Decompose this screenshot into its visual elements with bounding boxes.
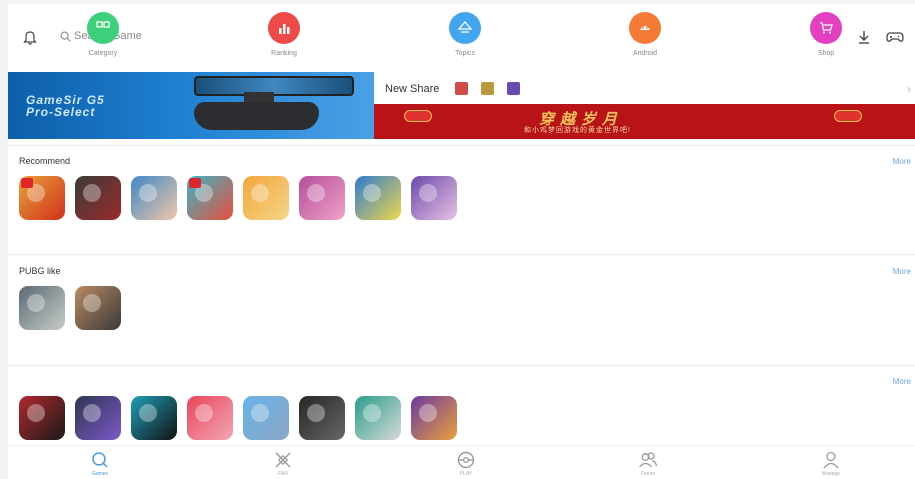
bottom-nav-manage-label: Manage [821,471,841,477]
nav-topics-label: Topics [455,50,475,57]
app-icon-highlight [363,404,381,422]
share-thumb-1 [455,82,468,95]
app-icon-highlight [83,404,101,422]
search-icon [92,452,108,468]
app-icon-block-game[interactable] [187,396,233,440]
search-icon [60,31,71,41]
badge-icon [189,178,201,188]
android-icon [629,12,661,44]
app-list-recommend [19,176,457,220]
new-share-bar[interactable]: New Share › [374,72,915,104]
bottom-nav-play[interactable]: PLAY [436,450,496,477]
more-link-recommend[interactable]: More [893,157,911,166]
nav-ranking-label: Ranking [271,50,297,57]
new-share-label: New Share [385,83,440,95]
app-icon-pubg-mobile[interactable] [19,286,65,330]
retro-promo-banner[interactable]: 穿越岁月 和小鸡梦回游戏的黄金世界吧! [374,104,915,139]
bottom-nav-games-label: Games [91,471,109,477]
app-icon-pink-anime-game[interactable] [299,176,345,220]
app-window: Search Game Category Ranking Topics Andr… [8,4,915,479]
bottom-nav-forum-label: Forum [640,471,656,477]
lantern-icon [834,110,862,122]
app-icon-highlight [83,294,101,312]
app-icon-highlight [251,184,269,202]
app-icon-saiyan-game[interactable] [355,176,401,220]
bar-chart-icon [268,12,300,44]
app-icon-naruto-game[interactable] [243,176,289,220]
app-icon-anime-soccer-game[interactable] [131,176,177,220]
app-icon-highlight [139,404,157,422]
top-bar: Search Game Category Ranking Topics Andr… [8,4,915,66]
more-link-third[interactable]: More [893,377,911,386]
divider [8,254,915,255]
bell-icon[interactable] [22,30,38,46]
app-icon-retro-computer-game[interactable] [355,396,401,440]
app-icon-pokemon-style-game[interactable] [411,396,457,440]
divider [8,145,915,146]
lantern-icon [404,110,432,122]
gamesir-promo-banner[interactable]: GameSir G5 Pro-Select [8,72,374,139]
people-icon [639,452,658,468]
bottom-nav-play-label: PLAY [459,471,473,477]
app-icon-highlight [195,404,213,422]
bottom-nav-fan-label: FAN [278,471,288,477]
app-icon-highlight [27,294,45,312]
grid-icon [87,12,119,44]
share-thumb-2 [481,82,494,95]
app-icon-dragon-ball-game[interactable] [19,176,65,220]
bottom-nav-games[interactable]: Games [70,450,130,477]
banner-left-text: GameSir G5 Pro-Select [26,94,105,118]
app-icon-dark-action-game[interactable] [75,176,121,220]
app-list-third [19,396,457,440]
app-list-pubg [19,286,121,330]
phone-image [194,76,354,96]
pokeball-icon [457,451,475,469]
app-icon-purple-anime-game[interactable] [411,176,457,220]
fan-icon [275,452,291,468]
app-icon-shadow-game[interactable] [131,396,177,440]
app-icon-highlight [307,404,325,422]
app-icon-survival-game[interactable] [75,286,121,330]
bottom-nav-forum[interactable]: Forum [618,450,678,477]
app-icon-highlight [139,184,157,202]
app-icon-highlight [251,404,269,422]
app-icon-pixel-sword-game[interactable] [243,396,289,440]
bottom-nav-manage[interactable]: Manage [801,450,861,477]
app-icon-red-card-game[interactable] [19,396,65,440]
section-title-recommend: Recommend [19,156,71,166]
nav-ranking[interactable]: Ranking [254,12,314,57]
app-icon-cartoon-game[interactable] [187,176,233,220]
nav-android[interactable]: Android [615,12,675,57]
badge-icon [21,178,33,188]
bottom-nav: Games FAN PLAY Forum Manage [8,445,915,479]
nav-android-label: Android [632,50,658,57]
bottom-nav-fan[interactable]: FAN [253,450,313,477]
app-icon-highlight [27,404,45,422]
topics-icon [449,12,481,44]
section-title-pubg: PUBG like [19,266,61,276]
nav-topics[interactable]: Topics [435,12,495,57]
share-thumb-3 [507,82,520,95]
gamepad-icon[interactable] [886,29,904,45]
nav-shop[interactable]: Shop [796,12,856,57]
more-link-pubg[interactable]: More [893,267,911,276]
nav-category[interactable]: Category [73,12,133,57]
banner-right-subtitle: 和小鸡梦回游戏的黄金世界吧! [524,127,631,134]
cart-icon [810,12,842,44]
user-icon [823,451,839,469]
app-icon-horror-game[interactable] [299,396,345,440]
controller-image [194,102,319,130]
divider [8,365,915,366]
nav-shop-label: Shop [817,50,835,57]
banner-left-line2: Pro-Select [26,105,96,119]
app-icon-highlight [83,184,101,202]
nav-category-label: Category [88,50,118,57]
app-icon-highlight [363,184,381,202]
app-icon-highlight [419,404,437,422]
app-icon-racing-game[interactable] [75,396,121,440]
app-icon-highlight [307,184,325,202]
app-icon-highlight [419,184,437,202]
chevron-right-icon[interactable]: › [907,82,911,96]
download-icon[interactable] [855,29,873,45]
